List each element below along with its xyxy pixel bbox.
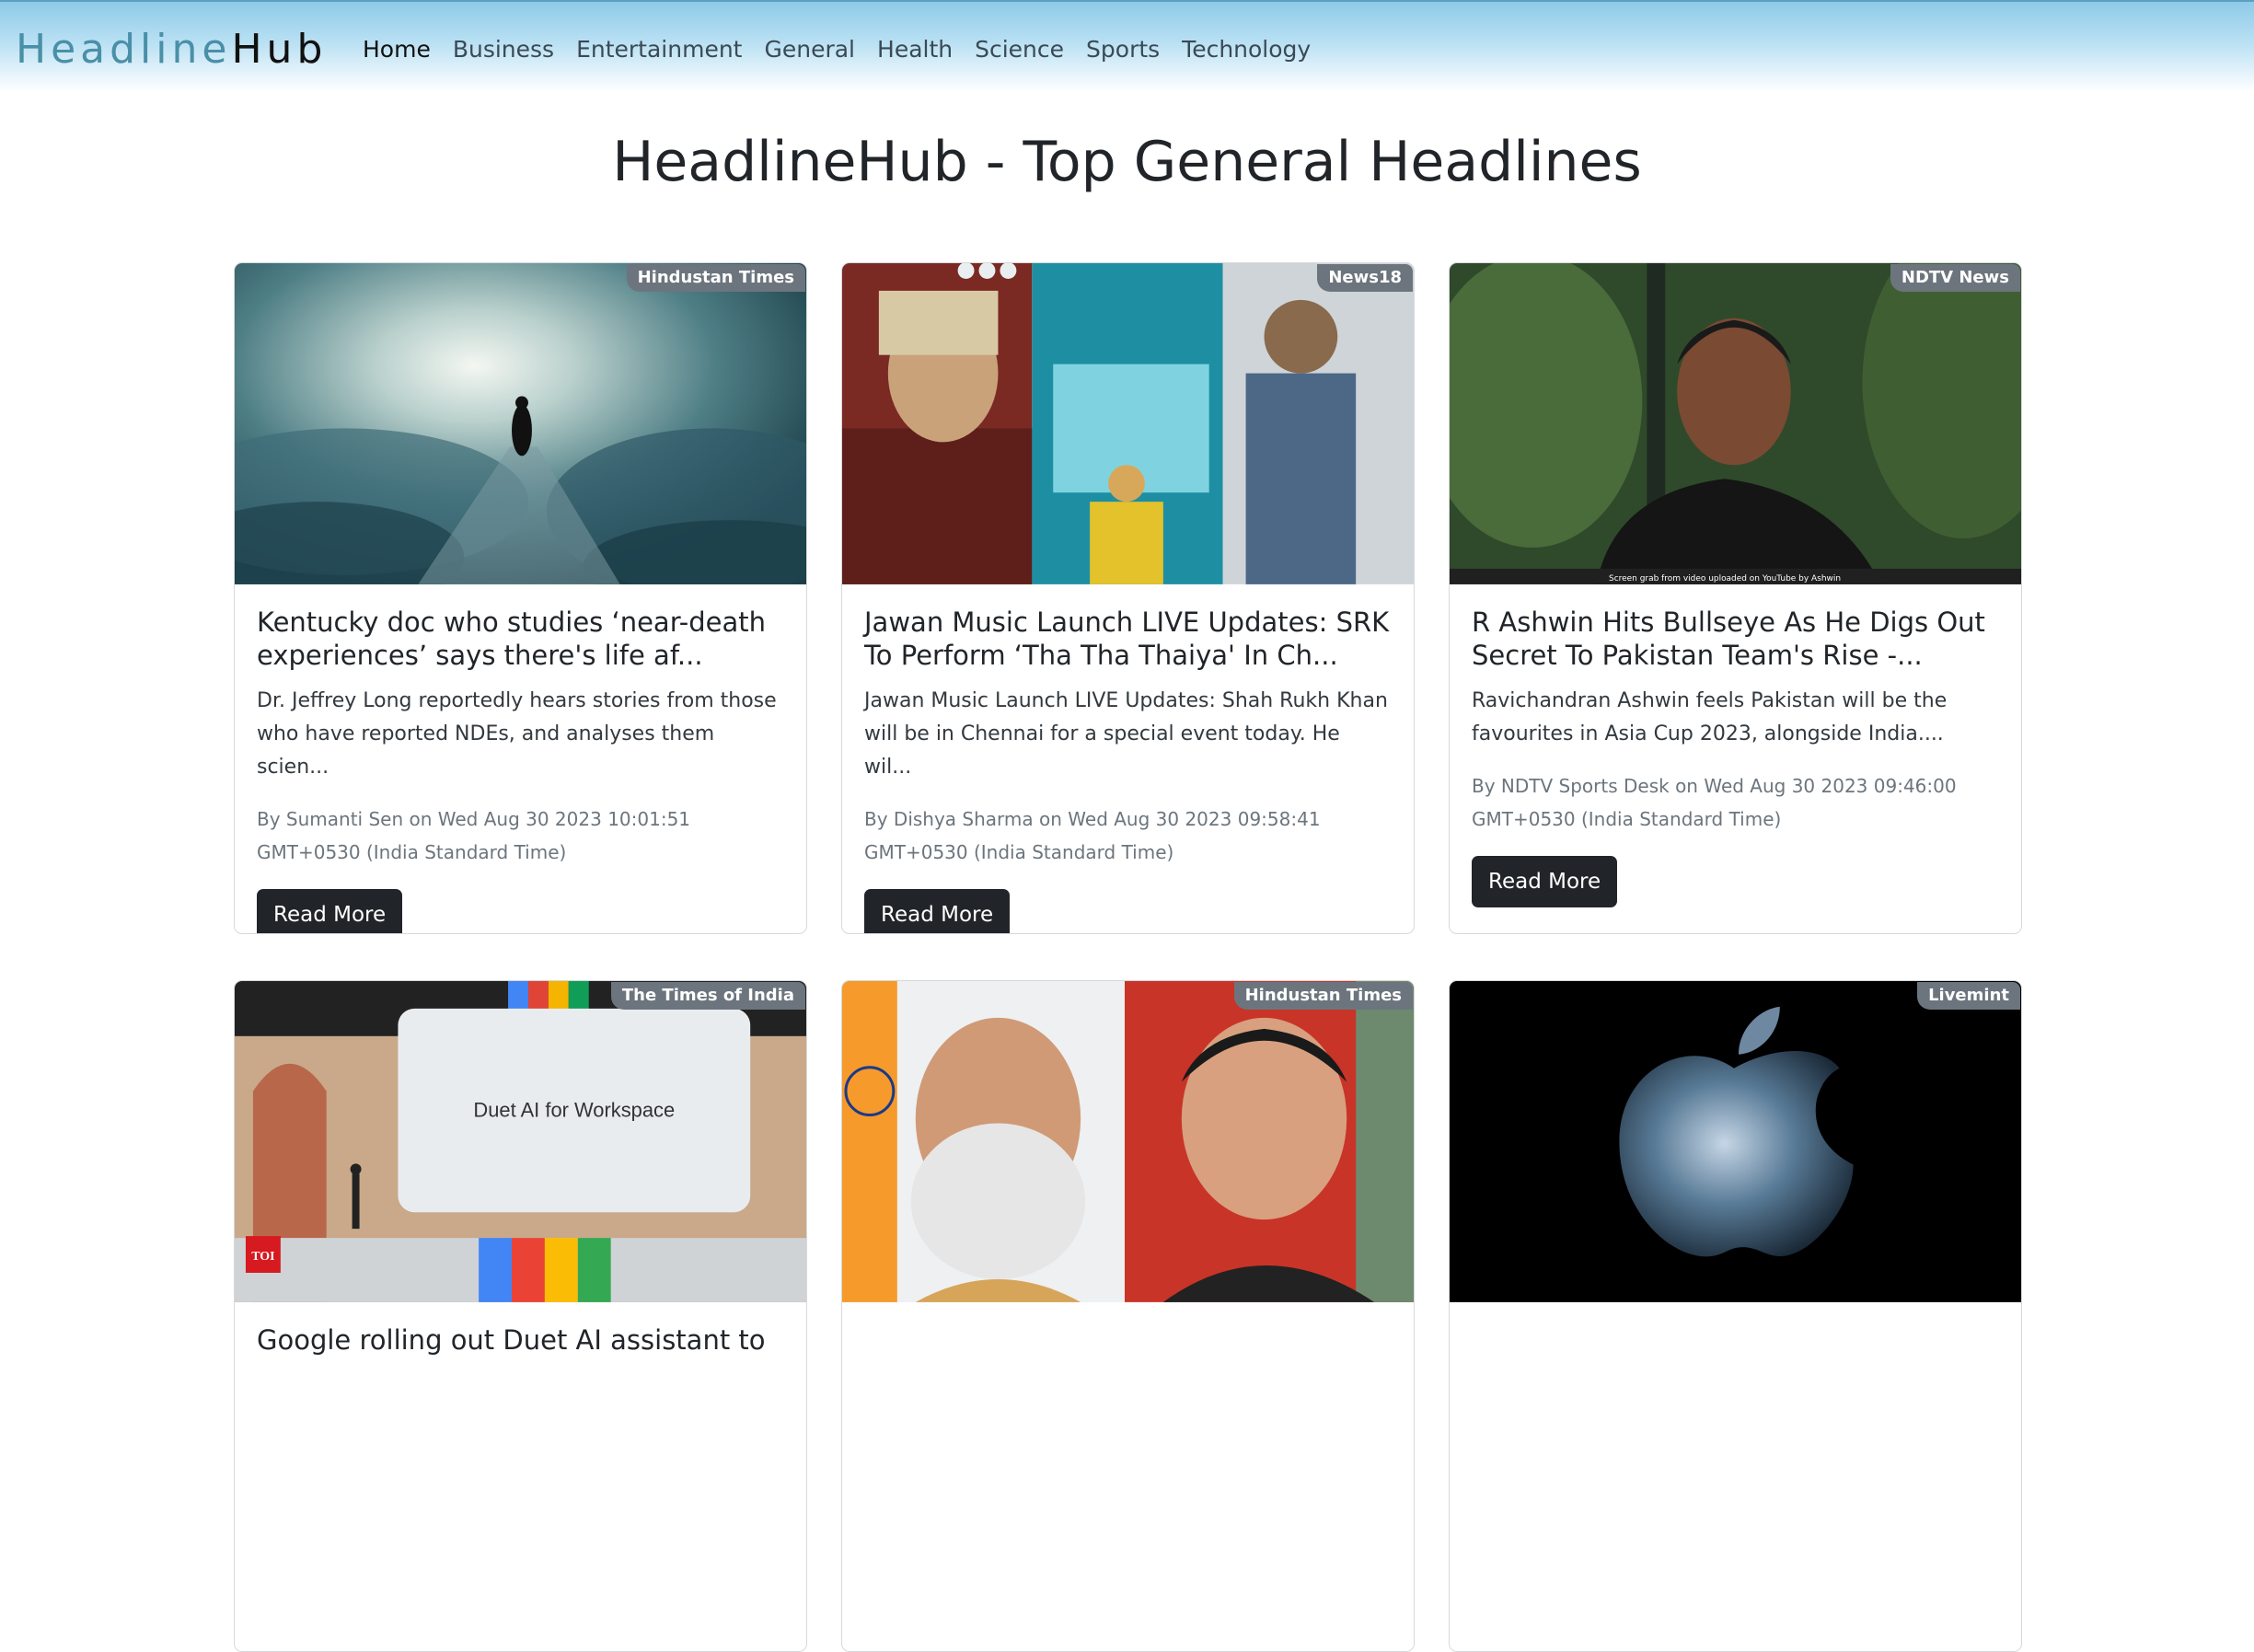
brand-part2: Hub [231, 26, 328, 73]
apple-logo-image [1450, 981, 2021, 1302]
source-badge: Livemint [1917, 982, 2020, 1010]
nav-links: Home Business Entertainment General Heal… [352, 29, 1322, 70]
nav-item-home[interactable]: Home [352, 29, 442, 70]
card-description: Ravichandran Ashwin feels Pakistan will … [1472, 689, 1948, 745]
read-more-button[interactable]: Read More [1472, 856, 1618, 907]
card-title: Jawan Music Launch LIVE Updates: SRK To … [864, 607, 1390, 671]
news-card: Screen grab from video uploaded on YouTu… [1449, 262, 2022, 934]
source-badge: Hindustan Times [626, 264, 805, 292]
card-title: R Ashwin Hits Bullseye As He Digs Out Se… [1472, 607, 1985, 671]
news-image[interactable]: Hindustan Times [842, 981, 1414, 1303]
brand-logo[interactable]: HeadlineHub [16, 24, 327, 75]
brand-part1: Headline [16, 26, 232, 73]
card-description: Dr. Jeffrey Long reportedly hears storie… [257, 689, 777, 779]
source-badge: The Times of India [610, 982, 805, 1010]
image-slide-text: Duet AI for Workspace [473, 1099, 675, 1122]
navbar: HeadlineHub Home Business Entertainment … [0, 0, 2254, 92]
jawan-collage-image [842, 263, 1414, 584]
read-more-button[interactable]: Read More [864, 889, 1011, 933]
nav-item-science[interactable]: Science [964, 29, 1075, 70]
nav-item-sports[interactable]: Sports [1075, 29, 1171, 70]
nav-item-technology[interactable]: Technology [1171, 29, 1322, 70]
card-description: Jawan Music Launch LIVE Updates: Shah Ru… [864, 689, 1388, 779]
card-meta: By Dishya Sharma on Wed Aug 30 2023 09:5… [864, 808, 1321, 863]
news-image[interactable]: Hindustan Times [235, 263, 806, 585]
news-image[interactable]: Livemint [1450, 981, 2021, 1303]
news-card: Duet AI for Workspace TOI The Times of I… [234, 980, 807, 1652]
card-meta: By Sumanti Sen on Wed Aug 30 2023 10:01:… [257, 808, 691, 863]
card-title: Google rolling out Duet AI assistant to [257, 1324, 766, 1356]
ashwin-video-image: Screen grab from video uploaded on YouTu… [1450, 263, 2021, 584]
nav-item-health[interactable]: Health [866, 29, 964, 70]
source-badge: NDTV News [1890, 264, 2020, 292]
news-image[interactable]: Duet AI for Workspace TOI The Times of I… [235, 981, 806, 1303]
image-caption: Screen grab from video uploaded on YouTu… [1609, 574, 1841, 583]
news-card: Hindustan Times Kentucky doc who studies… [234, 262, 807, 934]
nav-item-entertainment[interactable]: Entertainment [565, 29, 753, 70]
news-image[interactable]: Screen grab from video uploaded on YouTu… [1450, 263, 2021, 585]
card-meta: By NDTV Sports Desk on Wed Aug 30 2023 0… [1472, 775, 1957, 830]
nav-item-business[interactable]: Business [442, 29, 565, 70]
nav-item-general[interactable]: General [753, 29, 866, 70]
source-badge: News18 [1317, 264, 1413, 292]
news-card: Hindustan Times [841, 980, 1415, 1652]
news-grid: Hindustan Times Kentucky doc who studies… [234, 262, 2025, 1652]
duet-ai-stage-image: Duet AI for Workspace TOI [235, 981, 806, 1302]
card-title: Kentucky doc who studies ‘near-death exp… [257, 607, 767, 671]
modi-xi-image [842, 981, 1414, 1302]
news-image[interactable]: News18 [842, 263, 1414, 585]
source-badge: Hindustan Times [1233, 982, 1413, 1010]
news-card: News18 Jawan Music Launch LIVE Updates: … [841, 262, 1415, 934]
news-card: Livemint [1449, 980, 2022, 1652]
clouds-stairway-image [235, 263, 806, 584]
page-title: HeadlineHub - Top General Headlines [612, 130, 1642, 194]
toi-logo: TOI [251, 1250, 274, 1264]
read-more-button[interactable]: Read More [257, 889, 403, 933]
